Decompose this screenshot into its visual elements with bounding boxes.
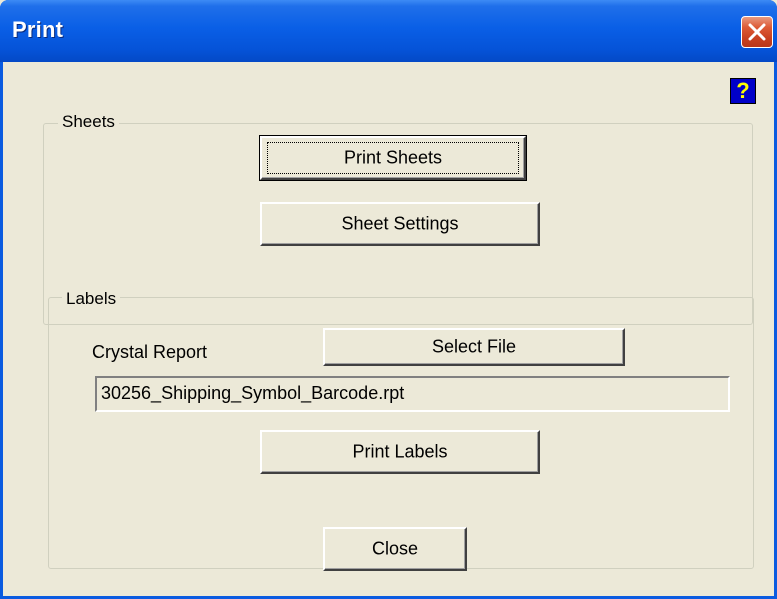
title-bar[interactable]: Print xyxy=(0,0,777,62)
window-title: Print xyxy=(12,17,64,42)
print-sheets-label: Print Sheets xyxy=(343,147,443,168)
print-sheets-button[interactable]: Print Sheets xyxy=(259,135,527,181)
labels-group-legend: Labels xyxy=(62,289,121,309)
close-button-label: Close xyxy=(371,538,419,559)
select-file-button[interactable]: Select File xyxy=(323,328,625,366)
sheet-settings-button[interactable]: Sheet Settings xyxy=(260,202,540,246)
sheet-settings-label: Sheet Settings xyxy=(341,213,459,234)
close-window-button[interactable] xyxy=(741,16,773,48)
close-icon xyxy=(748,23,766,41)
print-dialog: Print ? Sheets Print Sheets Sheet Settin… xyxy=(0,0,777,599)
print-labels-button[interactable]: Print Labels xyxy=(260,430,540,474)
crystal-report-label: Crystal Report xyxy=(92,342,208,362)
close-button[interactable]: Close xyxy=(323,527,467,571)
sheets-group-legend: Sheets xyxy=(58,112,119,132)
dialog-body: ? Sheets Print Sheets Sheet Settings Lab… xyxy=(3,62,774,596)
report-file-field[interactable]: 30256_Shipping_Symbol_Barcode.rpt xyxy=(95,376,730,412)
print-labels-label: Print Labels xyxy=(352,441,448,462)
select-file-label: Select File xyxy=(431,336,517,357)
help-icon[interactable]: ? xyxy=(730,78,756,104)
